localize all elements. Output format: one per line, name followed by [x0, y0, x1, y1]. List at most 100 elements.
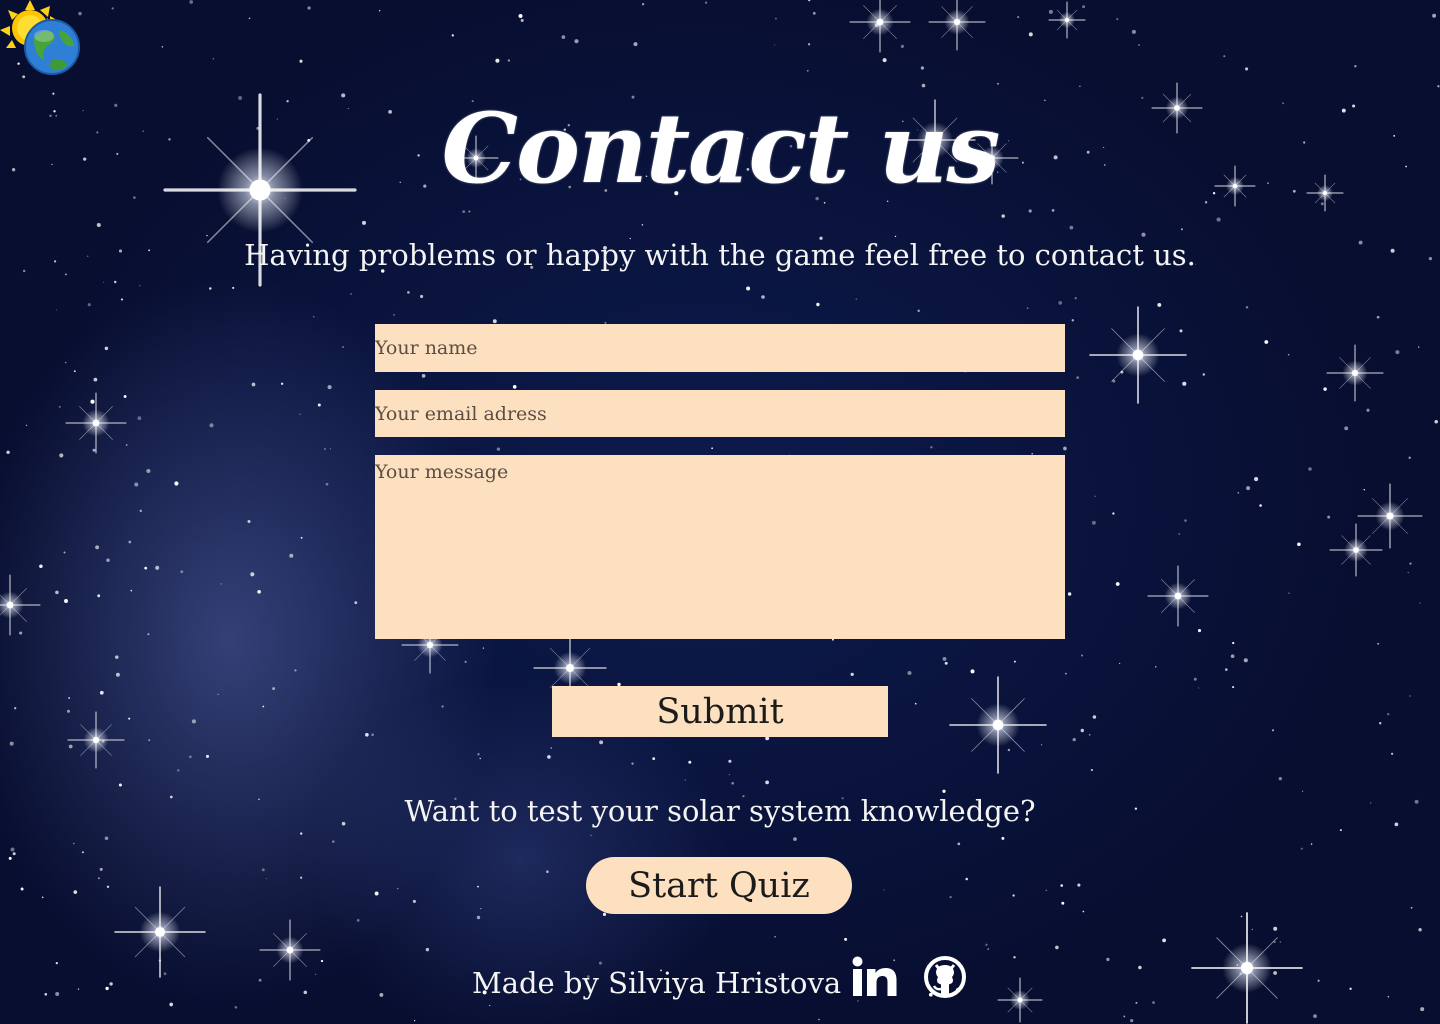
- star-dot: [1116, 18, 1119, 21]
- star-dot: [68, 697, 70, 699]
- star-dot: [1045, 889, 1047, 891]
- star-dot: [1155, 666, 1157, 668]
- message-textarea[interactable]: [375, 455, 1065, 639]
- star-dot: [1082, 5, 1086, 9]
- star-dot: [574, 39, 579, 44]
- star-dot: [313, 316, 315, 318]
- star-dot: [1407, 571, 1409, 574]
- name-input[interactable]: [375, 324, 1065, 372]
- star-dot: [1437, 85, 1440, 88]
- star-dot: [257, 589, 261, 594]
- star-dot: [41, 896, 44, 899]
- star-dot: [174, 481, 179, 486]
- star-dot: [476, 915, 481, 920]
- star-dot: [1408, 456, 1411, 459]
- star-dot: [307, 6, 311, 10]
- star-dot: [139, 509, 143, 513]
- star-dot: [1245, 305, 1249, 309]
- star-dot: [1028, 32, 1033, 37]
- star-dot: [420, 294, 424, 299]
- star-dot: [250, 572, 255, 577]
- star-dot: [598, 961, 602, 965]
- star-dot: [55, 992, 60, 996]
- start-quiz-button[interactable]: Start Quiz: [586, 857, 852, 914]
- star-dot: [1013, 660, 1016, 663]
- star-dot: [775, 17, 777, 20]
- star-dot: [365, 732, 369, 737]
- star-dot: [134, 482, 139, 487]
- star-dot: [115, 655, 119, 659]
- star-dot: [1349, 987, 1352, 990]
- star-dot: [44, 993, 48, 996]
- star-dot: [1090, 768, 1094, 772]
- star-dot: [234, 1005, 238, 1009]
- star-dot: [1387, 713, 1390, 716]
- star-dot: [169, 1002, 174, 1007]
- star-dot: [1410, 906, 1413, 909]
- star-dot: [64, 599, 68, 603]
- star-dot: [1409, 562, 1412, 565]
- star-dot: [393, 314, 395, 316]
- page-subtitle: Having problems or happy with the game f…: [244, 238, 1196, 272]
- star-dot: [6, 450, 10, 454]
- star-dot: [407, 291, 410, 294]
- star-dot: [73, 370, 76, 373]
- star-dot: [63, 551, 66, 554]
- star-dot: [148, 739, 151, 742]
- star-dot: [462, 210, 466, 214]
- star-dot: [1409, 695, 1411, 697]
- star-dot: [1245, 67, 1249, 71]
- star-dot: [1119, 662, 1121, 664]
- star-dot: [480, 908, 482, 910]
- star-dot: [1193, 677, 1197, 681]
- star-dot: [761, 295, 765, 299]
- star-dot: [1112, 512, 1115, 515]
- star-dot: [361, 220, 367, 225]
- star-dot: [266, 877, 268, 880]
- star-dot: [1395, 350, 1400, 355]
- star-dot: [330, 448, 332, 450]
- star-flare: [65, 392, 127, 454]
- star-dot: [1026, 307, 1029, 310]
- star-dot: [1387, 995, 1390, 998]
- star-dot: [39, 564, 43, 569]
- submit-button[interactable]: Submit: [552, 686, 888, 737]
- star-dot: [1115, 582, 1120, 586]
- star-dot: [1061, 901, 1065, 905]
- star-dot: [1419, 602, 1421, 604]
- star-dot: [209, 423, 214, 428]
- star-dot: [10, 847, 15, 852]
- star-dot: [1058, 301, 1063, 305]
- star-dot: [1254, 477, 1259, 482]
- star-dot: [125, 444, 128, 446]
- star-dot: [325, 482, 329, 486]
- star-dot: [894, 235, 897, 238]
- star-dot: [1141, 232, 1146, 237]
- star-dot: [251, 382, 256, 387]
- star-dot: [590, 834, 592, 836]
- star-dot: [1339, 829, 1342, 832]
- star-dot: [1131, 29, 1136, 34]
- star-dot: [942, 789, 946, 793]
- email-input[interactable]: [375, 390, 1065, 437]
- star-dot: [144, 566, 148, 570]
- star-dot: [209, 287, 212, 290]
- star-dot: [261, 868, 265, 872]
- star-dot: [300, 876, 303, 879]
- star-dot: [1040, 744, 1043, 746]
- star-dot: [602, 912, 607, 916]
- github-icon[interactable]: [924, 956, 966, 998]
- star-dot: [128, 717, 131, 720]
- star-flare: [1191, 912, 1303, 1024]
- linkedin-icon[interactable]: [852, 956, 898, 998]
- star-dot: [317, 403, 321, 407]
- star-dot: [123, 395, 127, 398]
- star-dot: [1300, 847, 1303, 850]
- star-dot: [1432, 13, 1437, 18]
- star-dot: [1223, 55, 1226, 58]
- star-dot: [97, 877, 100, 880]
- footer-credit: Made by Silviya Hristova: [472, 966, 842, 1000]
- star-dot: [520, 18, 524, 22]
- star-dot: [323, 448, 326, 450]
- sun-earth-icon[interactable]: [0, 0, 82, 80]
